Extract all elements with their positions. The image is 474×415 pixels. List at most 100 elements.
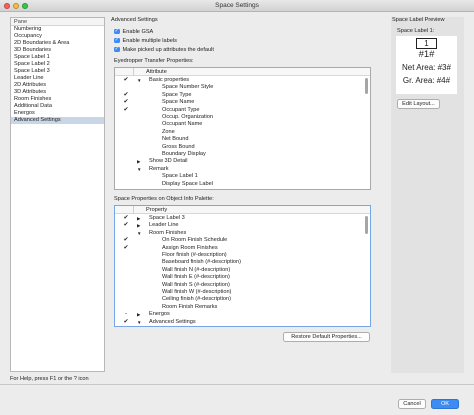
tree-row[interactable]: Space Number Style (115, 84, 370, 91)
tree-row-label: Net Bound (162, 136, 189, 143)
tree-row[interactable]: Wall finish W (#-description) (115, 289, 370, 296)
tree-row[interactable]: ✔ ▼ Basic properties (115, 77, 370, 84)
tree-row[interactable]: Floor finish (#-description) (115, 252, 370, 259)
tree-row[interactable]: Wall finish N (#-description) (115, 267, 370, 274)
tree-row[interactable]: Ceiling finish (#-description) (115, 296, 370, 303)
checkbox-label: Enable GSA (122, 28, 154, 35)
disclosure-expanded-icon[interactable]: ▼ (137, 319, 141, 326)
disclosure-expanded-icon[interactable]: ▼ (137, 77, 141, 84)
preview-line-net-area: Net Area: #3# (402, 63, 451, 72)
tree-row[interactable]: Wall finish S (#-description) (115, 282, 370, 289)
tree-row-label: Display Space Label (162, 180, 213, 187)
checkmark-icon[interactable]: ✔ (122, 215, 130, 222)
checkmark-icon[interactable]: ✔ (122, 99, 130, 106)
tree-row[interactable]: ▼ Remark (115, 166, 370, 173)
checkmark-icon[interactable]: ✔ (122, 77, 130, 84)
oip-scrollbar[interactable] (365, 216, 368, 234)
pane-item[interactable]: Occupancy (11, 33, 104, 40)
tree-row[interactable]: ✔ Space Name (115, 99, 370, 106)
tree-row[interactable]: ✔ ▶ Leader Line (115, 222, 370, 229)
checkmark-icon[interactable]: - (122, 311, 130, 318)
tree-row-label: Wall finish W (#-description) (162, 289, 232, 295)
tree-row[interactable]: ✔ On Room Finish Schedule (115, 237, 370, 244)
tree-row[interactable]: Display Space Label (115, 181, 370, 188)
pane-item[interactable]: 2D Attributes (11, 82, 104, 89)
pane-item[interactable]: Advanced Settings (11, 117, 104, 124)
checkmark-icon[interactable]: ✔ (122, 92, 130, 99)
tree-row[interactable]: ✔ Space Type (115, 92, 370, 99)
tree-row-label: Zone (162, 128, 175, 135)
disclosure-expanded-icon[interactable]: ▼ (137, 166, 141, 173)
ok-button[interactable]: OK (431, 399, 459, 409)
tree-row-label: On Room Finish Schedule (162, 237, 228, 244)
make-default-checkbox[interactable]: ✓ Make picked up attributes the default (114, 46, 214, 53)
tree-row[interactable]: Zone (115, 129, 370, 136)
footer-divider (0, 384, 474, 385)
tree-row[interactable]: Net Bound (115, 136, 370, 143)
pane-item[interactable]: 3D Attributes (11, 89, 104, 96)
enable-gsa-checkbox[interactable]: ✓ Enable GSA (114, 28, 153, 35)
eyedropper-scrollbar[interactable] (365, 78, 368, 94)
tree-row[interactable]: ▼ Room Finishes (115, 230, 370, 237)
tree-row[interactable]: Gross Bound (115, 144, 370, 151)
preview-heading: Space Label Preview (392, 17, 445, 23)
window-title: Space Settings (215, 2, 259, 9)
cancel-button[interactable]: Cancel (398, 399, 426, 409)
attribute-column-header[interactable]: Attribute (133, 68, 167, 76)
checkmark-icon: ✓ (114, 45, 120, 53)
tree-row[interactable]: Boundary Display (115, 151, 370, 158)
tree-row[interactable]: ✔ ▶ Space Label 3 (115, 215, 370, 222)
tree-row-label: Space Label 3 (149, 215, 185, 221)
tree-row[interactable]: ✔ Occupant Type (115, 107, 370, 114)
tree-row[interactable]: Occup. Organization (115, 114, 370, 121)
tree-row-label: Leader Line (149, 222, 179, 229)
tree-row[interactable]: Occupant Name (115, 121, 370, 128)
checkmark-icon[interactable]: ✔ (122, 222, 130, 229)
tree-row-label: Space Label 1 (162, 173, 198, 180)
disclosure-expanded-icon[interactable]: ▼ (137, 230, 141, 237)
pane-item[interactable]: Energos (11, 110, 104, 117)
pane-item[interactable]: Room Finishes (11, 96, 104, 103)
checkmark-icon[interactable]: ✔ (122, 237, 130, 244)
pane-items: Numbering Occupancy 2D Boundaries & Area 3D… (11, 26, 104, 124)
tree-row-label: Show 3D Detail (149, 158, 188, 165)
pane-item[interactable]: Additional Data (11, 103, 104, 110)
tree-row[interactable]: ✔ Assign Room Finishes (115, 245, 370, 252)
checkmark-icon[interactable]: ✔ (122, 107, 130, 114)
tree-row-label: Room Finish Remarks (162, 303, 218, 310)
tree-row[interactable]: ✔ ▼ Advanced Settings (115, 319, 370, 326)
pane-item[interactable]: Leader Line (11, 75, 104, 82)
pane-item[interactable]: 2D Boundaries & Area (11, 40, 104, 47)
checkmark-icon[interactable]: ✔ (122, 319, 130, 326)
restore-default-properties-button[interactable]: Restore Default Properties... (283, 332, 370, 342)
pane-list[interactable]: Pane Numbering Occupancy 2D Boundaries & A… (10, 17, 105, 372)
tree-row[interactable]: Baseboard finish (#-description) (115, 259, 370, 266)
disclosure-collapsed-icon[interactable]: ▶ (137, 222, 140, 229)
preview-line-gross-area: Gr. Area: #4# (402, 76, 451, 85)
tree-row-label: Boundary Display (162, 151, 206, 157)
tree-row[interactable]: - ▶ Energos (115, 311, 370, 318)
checkmark-icon[interactable]: ✔ (122, 245, 130, 252)
tree-row[interactable]: Room Finish Remarks (115, 304, 370, 311)
tree-row[interactable]: Wall finish E (#-description) (115, 274, 370, 281)
eyedropper-properties-list[interactable]: Attribute ✔ ▼ Basic properties Space Number… (114, 67, 371, 190)
edit-layout-button[interactable]: Edit Layout... (397, 99, 440, 109)
disclosure-collapsed-icon[interactable]: ▶ (137, 311, 140, 318)
oip-properties-list[interactable]: Property ✔ ▶ Space Label 3 ✔ ▶ Leader Line ▼ Ro… (114, 205, 371, 327)
checkbox-label: Enable multiple labels (122, 37, 177, 44)
pane-item[interactable]: Space Label 2 (11, 61, 104, 68)
tree-row-label: Baseboard finish (#-description) (162, 259, 241, 266)
property-column-header[interactable]: Property (133, 206, 167, 214)
tree-row[interactable]: Space Label 1 (115, 173, 370, 180)
tree-row-label: Energos (149, 311, 170, 318)
disclosure-collapsed-icon[interactable]: ▶ (137, 215, 140, 222)
pane-item[interactable]: Space Label 1 (11, 54, 104, 61)
enable-multiple-labels-checkbox[interactable]: ✓ Enable multiple labels (114, 37, 177, 44)
status-bar: For Help, press F1 or the ? icon (0, 375, 474, 384)
pane-item[interactable]: Space Label 3 (11, 68, 104, 75)
tree-row-label: Wall finish E (#-description) (162, 274, 230, 281)
pane-item[interactable]: Numbering (11, 26, 104, 33)
pane-item[interactable]: 3D Boundaries (11, 47, 104, 54)
disclosure-collapsed-icon[interactable]: ▶ (137, 158, 140, 165)
tree-row[interactable]: ▶ Show 3D Detail (115, 158, 370, 165)
